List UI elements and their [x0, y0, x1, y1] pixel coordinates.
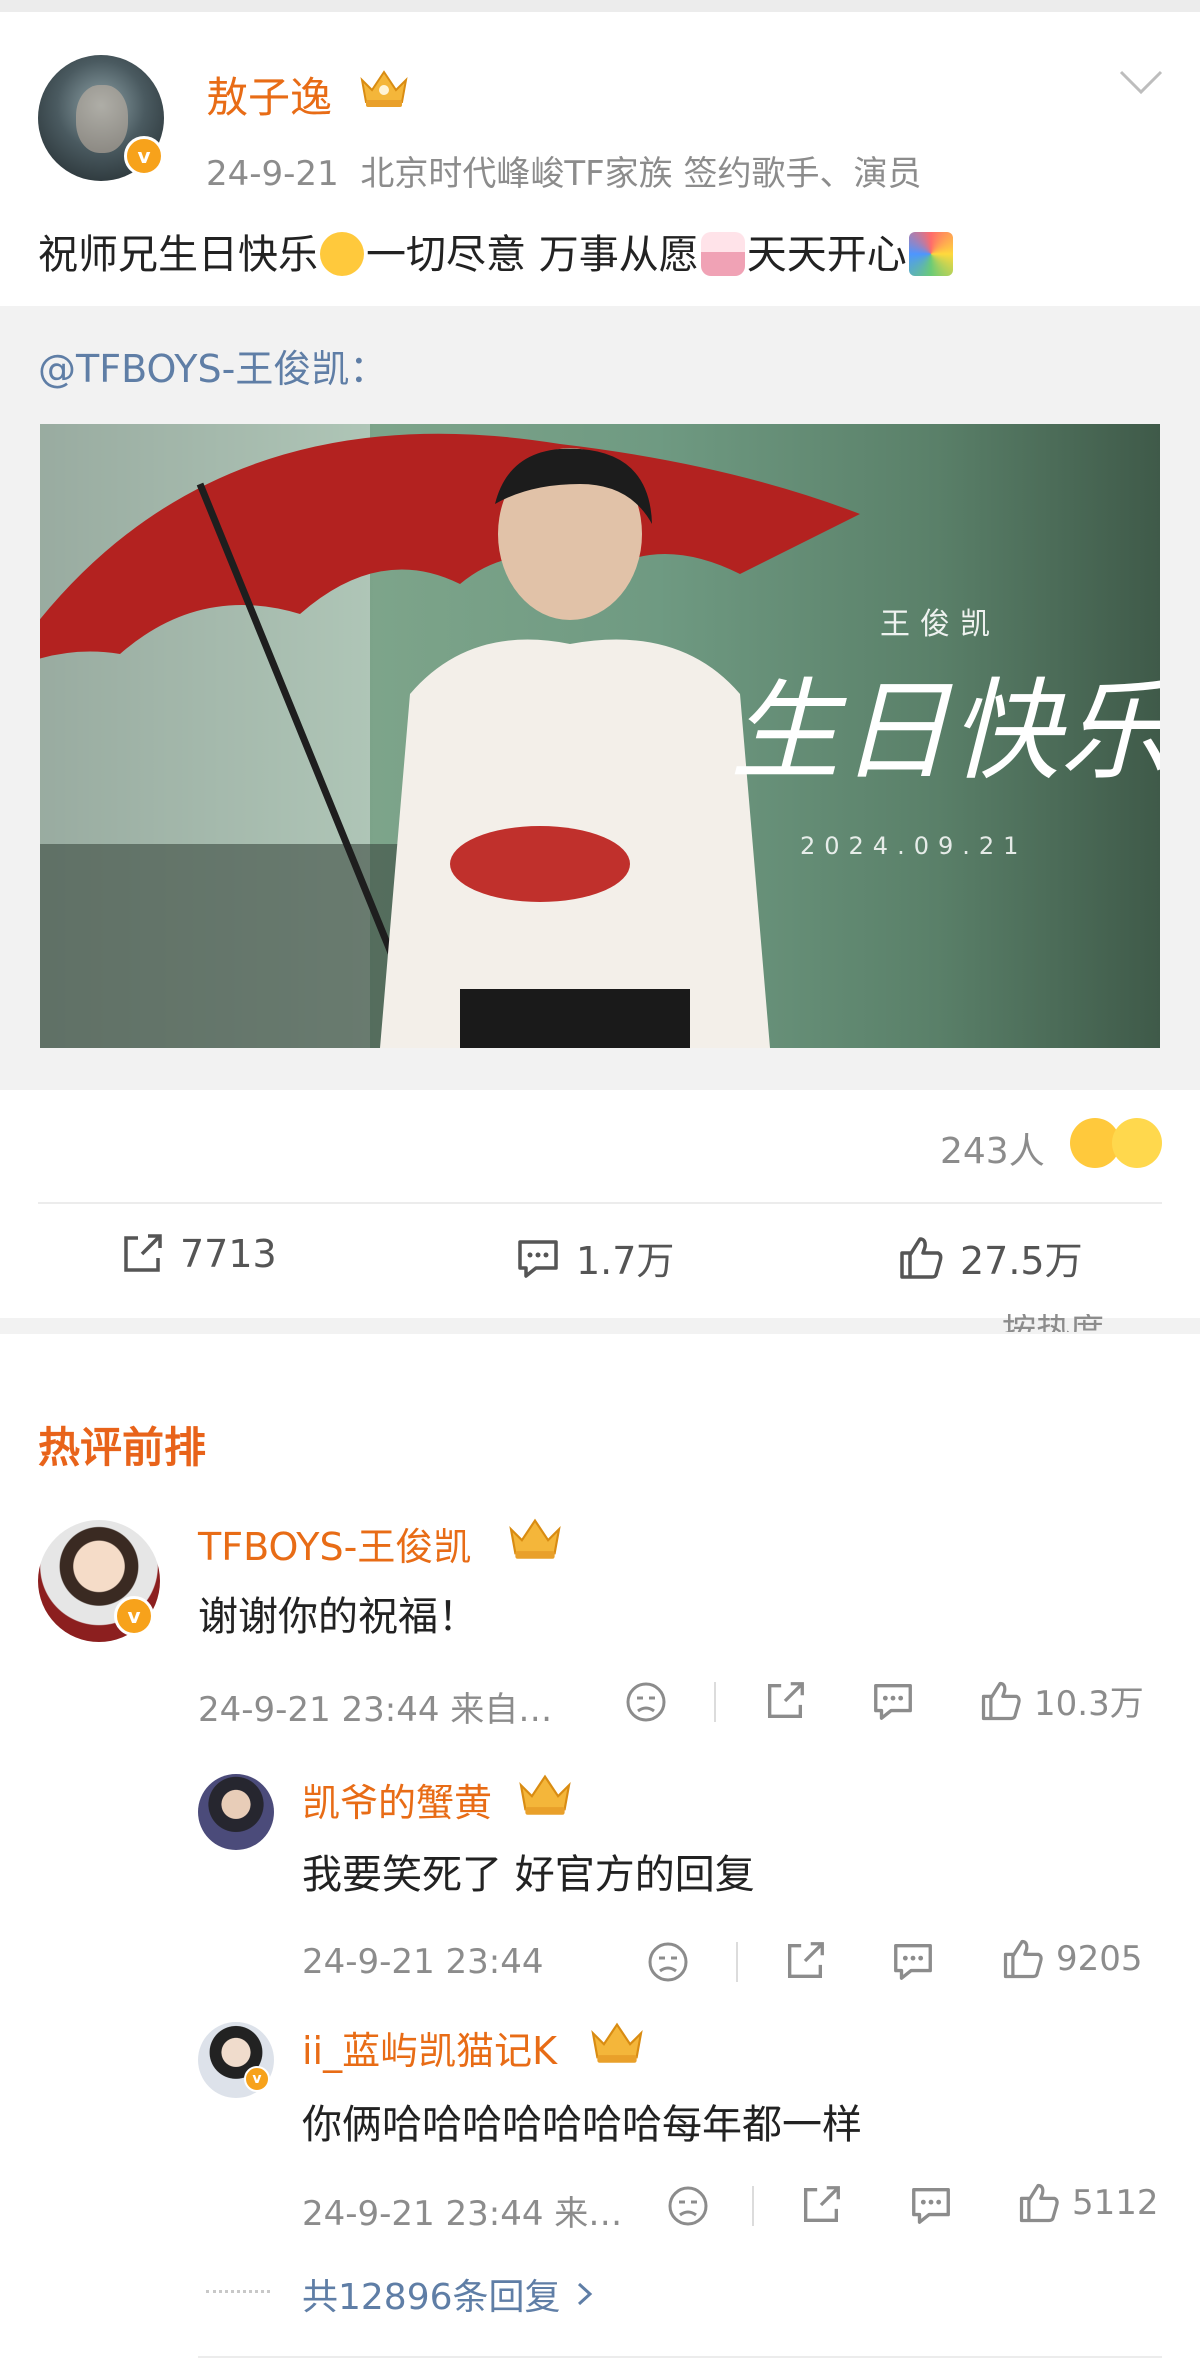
crown-icon — [591, 2022, 643, 2063]
comment-like-count: 9205 — [1056, 1939, 1143, 1979]
party-face-emoji — [320, 232, 364, 276]
image-name: 王俊凯 — [880, 607, 1000, 642]
like-icon — [900, 1236, 943, 1279]
reaction-emoji-2[interactable] — [1112, 1118, 1162, 1168]
crown-icon — [509, 1518, 561, 1559]
comment-like-button[interactable]: 9205 — [1000, 1936, 1143, 1982]
more-replies-link[interactable]: 共12896条回复 — [302, 2268, 597, 2320]
repost-author[interactable]: @TFBOYS-王俊凯： — [38, 338, 387, 393]
author-bio: 北京时代峰峻TF家族 签约歌手、演员 — [360, 154, 922, 194]
crown-icon — [360, 70, 408, 107]
repost-count: 7713 — [180, 1232, 277, 1276]
divider — [714, 1682, 716, 1722]
birthday-cake-emoji — [700, 232, 745, 276]
dislike-icon[interactable] — [644, 1938, 692, 1986]
verified-icon: v — [124, 136, 164, 176]
comment-time: 24-9-21 23:44 — [302, 1942, 544, 1982]
verified-icon: v — [244, 2066, 270, 2092]
party-popper-emoji — [908, 232, 953, 276]
image-date: 2024.09.21 — [800, 832, 1027, 860]
comment-button[interactable]: 1.7万 — [514, 1230, 674, 1285]
top-separator — [0, 0, 1200, 12]
post-text: 祝师兄生日快乐 一切尽意 万事从愿 天天开心 — [38, 222, 955, 280]
divider — [736, 1942, 738, 1982]
commenter-name[interactable]: TFBOYS-王俊凯 — [198, 1516, 471, 1571]
comment-text: 我要笑死了 好官方的回复 — [302, 1852, 755, 1898]
dislike-icon[interactable] — [664, 2182, 712, 2230]
repost-image[interactable]: 王俊凯 生日快乐 2024.09.21 — [40, 424, 1160, 1048]
reaction-count[interactable]: 243人 — [940, 1122, 1045, 1174]
comment-time: 24-9-21 23:44 来… — [302, 2194, 623, 2234]
divider — [38, 1202, 1162, 1204]
like-button[interactable]: 27.5万 — [896, 1230, 1083, 1285]
comment-like-button[interactable]: 5112 — [1016, 2180, 1159, 2226]
share-icon[interactable] — [762, 1678, 808, 1724]
author-name[interactable]: 敖子逸 — [206, 64, 332, 125]
post-date: 24-9-21 — [206, 154, 339, 194]
more-replies-label: 共12896条回复 — [302, 2277, 561, 2318]
post-text-part: 一切尽意 万事从愿 — [366, 232, 699, 278]
sort-toggle[interactable]: 按热度 — [1002, 1314, 1104, 1332]
divider — [198, 2356, 1162, 2358]
share-icon[interactable] — [782, 1938, 828, 1984]
commenter-name[interactable]: 凯爷的蟹黄 — [302, 1772, 492, 1827]
comment-like-button[interactable]: 10.3万 — [978, 1676, 1144, 1725]
like-icon — [981, 1681, 1021, 1720]
like-count: 27.5万 — [960, 1239, 1083, 1283]
repost-button[interactable]: 7713 — [118, 1230, 277, 1278]
comment-icon[interactable] — [908, 2182, 954, 2228]
share-icon[interactable] — [798, 2182, 844, 2228]
comment-icon — [518, 1239, 558, 1278]
comment-text: 谢谢你的祝福！ — [198, 1594, 478, 1640]
repost-icon — [124, 1234, 162, 1272]
dotted-divider — [206, 2290, 270, 2293]
dislike-icon[interactable] — [622, 1678, 670, 1726]
post-text-part: 祝师兄生日快乐 — [38, 232, 318, 278]
comment-time: 24-9-21 23:44 来自… — [198, 1690, 553, 1730]
chevron-right-icon — [577, 2282, 592, 2306]
like-icon — [1003, 1939, 1043, 1979]
comment-icon[interactable] — [870, 1678, 916, 1724]
commenter-name[interactable]: ii_蓝屿凯猫记K — [302, 2020, 557, 2075]
crown-icon — [519, 1774, 571, 1815]
comment-icon[interactable] — [890, 1938, 936, 1984]
divider — [752, 2186, 754, 2226]
comment-like-count: 10.3万 — [1034, 1684, 1144, 1724]
comment-text: 你俩哈哈哈哈哈哈哈每年都一样 — [302, 2102, 862, 2148]
like-icon — [1019, 2183, 1059, 2223]
verified-icon: v — [114, 1596, 154, 1636]
commenter-avatar[interactable] — [198, 1774, 274, 1850]
hot-comments-title: 热评前排 — [38, 1423, 207, 1472]
sort-label: 按热度 — [1002, 1314, 1104, 1332]
comment-count: 1.7万 — [576, 1239, 675, 1283]
image-title: 生日快乐 — [730, 667, 1160, 795]
chevron-down-icon[interactable] — [1118, 68, 1164, 96]
comment-like-count: 5112 — [1072, 2183, 1159, 2223]
post-text-part: 天天开心 — [746, 232, 907, 278]
